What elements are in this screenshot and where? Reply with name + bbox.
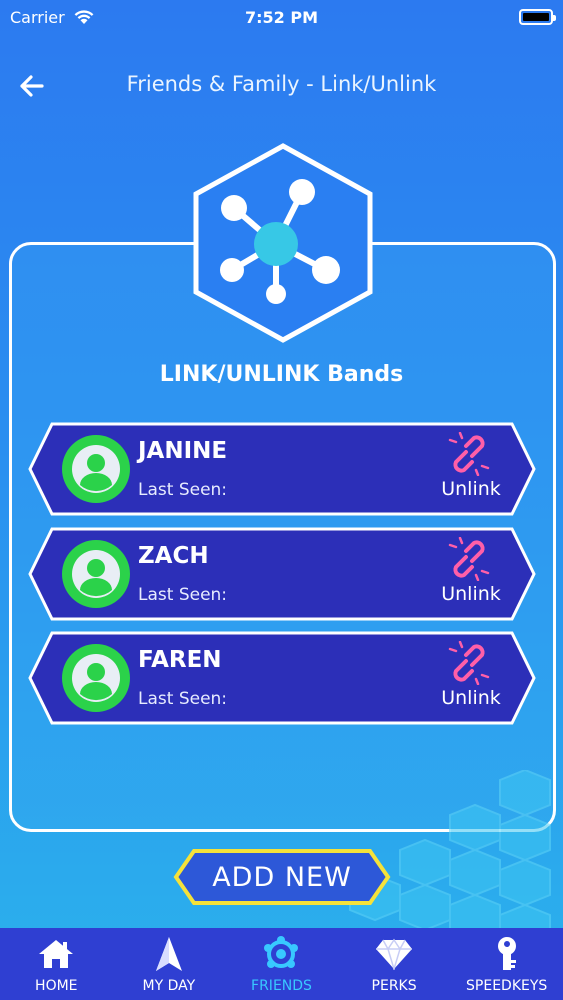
status-left: Carrier (10, 8, 95, 27)
last-seen-label: Last Seen: (138, 480, 228, 500)
last-seen-label: Last Seen: (138, 689, 228, 709)
tab-home[interactable]: HOME (0, 928, 113, 1000)
tab-label: PERKS (371, 978, 417, 994)
tab-label: SPEEDKEYS (466, 978, 548, 994)
unlink-chain-icon[interactable] (444, 432, 494, 476)
avatar (62, 435, 130, 503)
battery-icon (519, 9, 556, 25)
friend-name: FAREN (138, 647, 222, 673)
friend-card: FAREN Last Seen: Unlink (28, 631, 536, 725)
unlink-chain-icon[interactable] (444, 641, 494, 685)
tab-label: FRIENDS (251, 978, 312, 994)
network-hexagon-logo (193, 143, 373, 343)
avatar (62, 540, 130, 608)
tab-label: MY DAY (142, 978, 196, 994)
bottom-tab-bar: HOME MY DAY FRIENDS PERKS SPEEDKEYS (0, 928, 563, 1000)
page-title: Friends & Family - Link/Unlink (126, 72, 437, 96)
friend-card: JANINE Last Seen: Unlink (28, 422, 536, 516)
friend-name: JANINE (138, 438, 228, 464)
compass-arrow-icon (149, 936, 189, 972)
tab-friends[interactable]: FRIENDS (225, 928, 338, 1000)
wifi-icon (74, 10, 94, 24)
unlink-chain-icon[interactable] (444, 537, 494, 581)
status-bar: Carrier 7:52 PM (0, 0, 563, 34)
diamond-icon (374, 936, 414, 972)
last-seen-label: Last Seen: (138, 585, 228, 605)
tab-speedkeys[interactable]: SPEEDKEYS (450, 928, 563, 1000)
carrier-label: Carrier (10, 7, 65, 27)
friend-card: ZACH Last Seen: Unlink (28, 527, 536, 621)
tab-label: HOME (35, 978, 78, 994)
key-icon (487, 936, 527, 972)
header: Friends & Family - Link/Unlink (0, 62, 563, 110)
friends-network-icon (261, 936, 301, 972)
friend-name: ZACH (138, 543, 209, 569)
add-new-label: ADD NEW (212, 861, 352, 893)
unlink-button[interactable]: Unlink (426, 687, 516, 709)
unlink-button[interactable]: Unlink (426, 478, 516, 500)
unlink-button[interactable]: Unlink (426, 583, 516, 605)
home-icon (36, 936, 76, 972)
add-new-button[interactable]: ADD NEW (172, 848, 392, 906)
section-title: LINK/UNLINK Bands (159, 362, 404, 387)
tab-perks[interactable]: PERKS (338, 928, 451, 1000)
avatar (62, 644, 130, 712)
tab-my-day[interactable]: MY DAY (113, 928, 226, 1000)
